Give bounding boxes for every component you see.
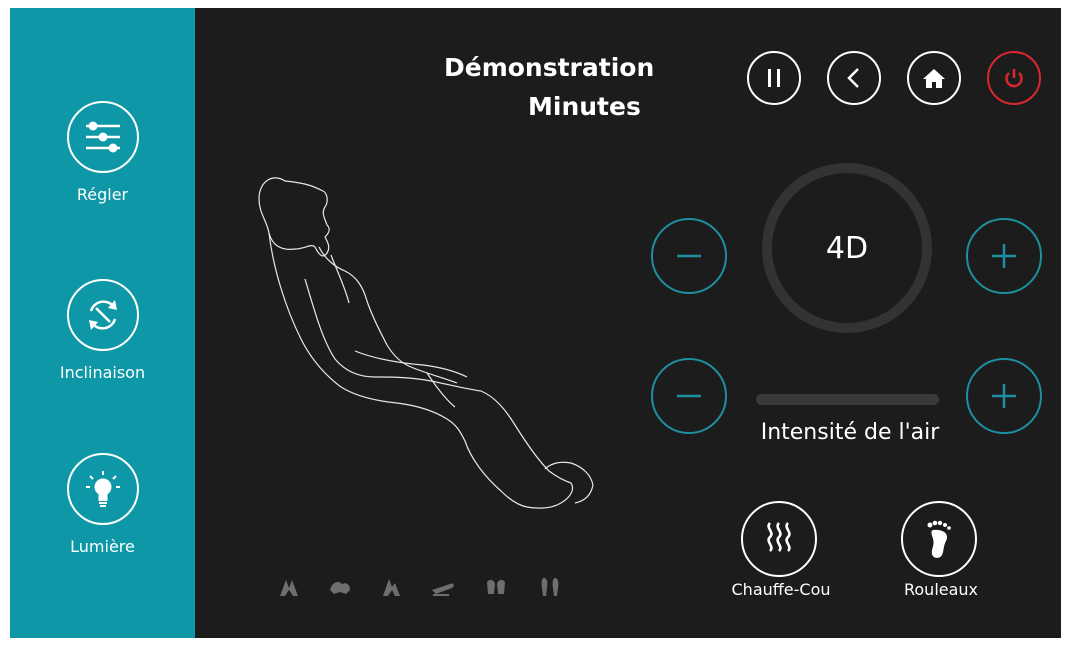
massage-mode-bar — [278, 576, 578, 604]
pause-icon — [768, 69, 780, 87]
dial-decrease-button[interactable] — [651, 218, 727, 294]
mode-waist-icon[interactable] — [380, 576, 402, 598]
sidebar-item-label: Lumière — [70, 537, 135, 556]
power-button[interactable] — [987, 51, 1041, 105]
air-intensity-label: Intensité de l'air — [760, 420, 940, 445]
mode-feet-icon[interactable] — [540, 576, 560, 598]
sidebar: Régler Inclinaison Lumière — [10, 8, 195, 638]
rollers-button[interactable] — [901, 501, 977, 577]
air-intensity-slider[interactable] — [756, 394, 939, 405]
home-icon — [923, 69, 945, 88]
app-frame: Régler Inclinaison Lumière Démonstration… — [10, 8, 1061, 638]
mode-seat-icon[interactable] — [430, 576, 456, 598]
air-increase-button[interactable] — [966, 358, 1042, 434]
sidebar-item-inclinaison[interactable]: Inclinaison — [10, 279, 195, 382]
sidebar-item-label: Inclinaison — [59, 363, 146, 382]
rollers-label: Rouleaux — [903, 580, 979, 599]
plus-icon — [992, 244, 1016, 268]
minus-icon — [677, 254, 701, 258]
mode-back-icon[interactable] — [328, 576, 352, 598]
dial-label: 4D — [825, 230, 869, 266]
plus-icon — [992, 384, 1016, 408]
page-title: Démonstration — [444, 53, 655, 82]
page-subtitle: Minutes — [528, 92, 641, 121]
heat-waves-icon — [767, 522, 791, 552]
sliders-icon — [66, 101, 139, 173]
sidebar-item-label: Régler — [76, 185, 129, 204]
sidebar-item-regler[interactable]: Régler — [10, 101, 195, 204]
mode-dial[interactable]: 4D — [762, 163, 932, 333]
neck-heat-label: Chauffe-Cou — [731, 580, 831, 599]
minus-icon — [677, 394, 701, 398]
home-button[interactable] — [907, 51, 961, 105]
dial-increase-button[interactable] — [966, 218, 1042, 294]
body-outline-illustration — [258, 177, 594, 509]
lightbulb-icon — [66, 453, 139, 525]
power-icon — [1005, 69, 1023, 88]
sidebar-item-lumiere[interactable]: Lumière — [10, 453, 195, 556]
pause-button[interactable] — [747, 51, 801, 105]
mode-shoulder-icon[interactable] — [278, 576, 300, 598]
air-decrease-button[interactable] — [651, 358, 727, 434]
foot-icon — [927, 520, 951, 558]
recline-arrows-icon — [66, 279, 139, 351]
back-button[interactable] — [827, 51, 881, 105]
neck-heat-button[interactable] — [741, 501, 817, 577]
mode-calf-icon[interactable] — [484, 576, 508, 598]
back-icon — [847, 68, 859, 88]
